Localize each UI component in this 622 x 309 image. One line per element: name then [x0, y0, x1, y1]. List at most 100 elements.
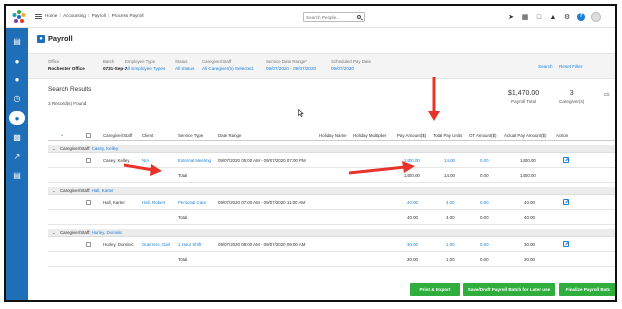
- group-chevron-icon[interactable]: ⌄: [52, 146, 56, 152]
- total-row: Total 30.00 1.00 0.00 30.00: [48, 253, 615, 267]
- col-pay-amount[interactable]: Pay Amount($): [397, 133, 426, 138]
- save-draft-button[interactable]: Save/Draft Payroll Batch for Later use: [463, 283, 555, 296]
- col-holiday-name[interactable]: Holiday Name: [319, 133, 347, 138]
- col-date-range[interactable]: Date Range: [218, 133, 241, 138]
- table-row[interactable]: Hall, Karter Hall, Robert Personal Care …: [48, 196, 615, 210]
- search-icon[interactable]: [357, 15, 361, 19]
- sidebar-chart-icon[interactable]: ↗: [6, 149, 28, 163]
- group-header[interactable]: ⌄ Caregiver/Staff: Hall, Karter: [48, 187, 615, 195]
- reset-filter-link[interactable]: Reset Filter: [559, 64, 583, 69]
- print-export-button[interactable]: Print & Export: [410, 283, 460, 296]
- app-logo-icon[interactable]: [11, 9, 27, 25]
- filter-status[interactable]: Status All Status: [175, 59, 194, 71]
- menu-icon[interactable]: [35, 14, 42, 19]
- sidebar: ▤ ● ● ◷ ● ▩ ↗ ▤: [6, 28, 28, 300]
- col-holiday-multiplier[interactable]: Holiday Multiplier: [353, 133, 386, 138]
- cell-client[interactable]: Hall, Robert: [142, 200, 165, 205]
- col-ot-amount[interactable]: OT Amount($): [469, 133, 497, 138]
- sidebar-billing-icon[interactable]: ▩: [6, 130, 28, 144]
- cell-units[interactable]: 1.00: [446, 242, 455, 247]
- table-row[interactable]: Hurley, Dominic Guerrero, Gail 1 Hour Sh…: [48, 238, 615, 252]
- select-all-checkbox[interactable]: [86, 133, 91, 138]
- group-chevron-icon[interactable]: ⌄: [52, 188, 56, 194]
- edit-icon[interactable]: [563, 157, 569, 163]
- filter-batch-label: Batch: [103, 59, 115, 64]
- calendar-icon[interactable]: ▦: [521, 13, 529, 21]
- col-total-pay-units[interactable]: Total Pay Units: [433, 133, 462, 138]
- search-link[interactable]: Search: [538, 64, 553, 69]
- total-pay: 40.00: [407, 215, 418, 220]
- filter-bar: Office Rochester Office Batch 0731-Sep-7…: [28, 53, 615, 79]
- cell-staff: Casey, Kelley: [103, 158, 130, 163]
- row-checkbox[interactable]: [86, 242, 91, 247]
- summary-clients: Cli: [604, 90, 609, 97]
- gear-icon[interactable]: ⚙: [563, 13, 571, 21]
- page-title-text: Payroll: [48, 34, 73, 43]
- cell-service[interactable]: External Meeting: [178, 158, 211, 163]
- total-actual: 40.00: [524, 215, 535, 220]
- breadcrumb-accounting[interactable]: Accounting: [63, 13, 86, 18]
- sidebar-client-icon[interactable]: ●: [6, 54, 28, 68]
- group-staff-link[interactable]: Hall, Karter: [92, 188, 114, 193]
- summary-payroll-total: $1,470.00 Payroll Total: [508, 90, 539, 104]
- edit-icon[interactable]: [563, 241, 569, 247]
- sidebar-clock-icon[interactable]: ◷: [6, 91, 28, 105]
- table-row[interactable]: Casey, Kelley N/A External Meeting 09/07…: [48, 154, 615, 168]
- group-header[interactable]: ⌄ Caregiver/Staff: Casey, Kelley: [48, 145, 615, 153]
- cell-client[interactable]: N/A: [142, 158, 149, 163]
- cell-ot[interactable]: 0.00: [480, 158, 489, 163]
- group-header[interactable]: ⌄ Caregiver/Staff: Hurley, Dominic: [48, 229, 615, 237]
- navigation-icon[interactable]: ➤: [507, 13, 515, 21]
- clipboard-icon[interactable]: □: [535, 13, 543, 21]
- avatar[interactable]: [591, 12, 601, 22]
- sidebar-payroll-icon[interactable]: ●: [6, 111, 28, 125]
- filter-office-value: Rochester Office: [48, 66, 85, 71]
- filter-employee-type-value: All Employee Types: [125, 66, 166, 71]
- bell-icon[interactable]: ▲: [549, 13, 557, 21]
- filter-status-label: Status: [175, 59, 188, 64]
- filter-employee-type[interactable]: Employee Type All Employee Types: [125, 59, 165, 71]
- breadcrumb-payroll[interactable]: Payroll: [92, 13, 106, 18]
- cell-ot[interactable]: 0.00: [480, 200, 489, 205]
- total-actual: 30.00: [524, 257, 535, 262]
- cell-pay[interactable]: 40.00: [407, 200, 418, 205]
- group-prefix: Caregiver/Staff:: [60, 146, 91, 151]
- group-chevron-icon[interactable]: ⌄: [52, 230, 56, 236]
- col-actual-pay-amount[interactable]: Actual Pay Amount($): [504, 133, 546, 138]
- results-count: 3 Record(s) Found: [48, 101, 87, 106]
- mouse-cursor-icon: [298, 109, 304, 117]
- cell-units[interactable]: 14.00: [444, 158, 455, 163]
- people-search-input[interactable]: [306, 13, 356, 21]
- total-row: Total 1400.00 14.00 0.00 1400.00: [48, 169, 615, 183]
- col-caregiver-staff[interactable]: Caregiver/Staff: [103, 133, 132, 138]
- summary-caregivers-label: Caregiver(s): [559, 99, 585, 104]
- group-staff-link[interactable]: Hurley, Dominic: [92, 230, 123, 235]
- col-service-type[interactable]: Service Type: [178, 133, 203, 138]
- cell-service[interactable]: Personal Care: [178, 200, 206, 205]
- sidebar-dashboard-icon[interactable]: ▤: [6, 34, 28, 48]
- group-staff-link[interactable]: Casey, Kelley: [92, 146, 119, 151]
- filter-service-date[interactable]: Service Date Range* 09/07/2020 - 09/07/2…: [266, 59, 316, 71]
- collapse-all-chevron-icon[interactable]: ⌄: [60, 132, 64, 138]
- cell-units[interactable]: 4.00: [446, 200, 455, 205]
- cell-ot[interactable]: 0.00: [480, 242, 489, 247]
- cell-service[interactable]: 1 Hour Shift: [178, 242, 201, 247]
- group-prefix: Caregiver/Staff:: [60, 188, 91, 193]
- col-client[interactable]: Client: [142, 133, 153, 138]
- cell-pay[interactable]: 30.00: [407, 242, 418, 247]
- help-icon[interactable]: ?: [577, 13, 585, 21]
- cell-pay[interactable]: 1400.00: [404, 158, 420, 163]
- row-checkbox[interactable]: [86, 200, 91, 205]
- filter-office[interactable]: Office Rochester Office: [48, 59, 85, 71]
- edit-icon[interactable]: [563, 199, 569, 205]
- filter-batch[interactable]: Batch 0731-Sep-7: [103, 59, 127, 71]
- summary-clients-label: Cli: [604, 92, 610, 97]
- row-checkbox[interactable]: [86, 158, 91, 163]
- cell-client[interactable]: Guerrero, Gail: [142, 242, 170, 247]
- sidebar-staff-icon[interactable]: ●: [6, 72, 28, 86]
- finalize-payroll-button[interactable]: Finalize Payroll Batc: [559, 283, 615, 296]
- filter-pay-date[interactable]: Scheduled Pay Date 09/07/2020: [331, 59, 371, 71]
- sidebar-messages-icon[interactable]: ▤: [6, 168, 28, 182]
- filter-caregiver[interactable]: Caregiver/Staff All Caregiver(s) Selecte…: [202, 59, 254, 71]
- breadcrumb-home[interactable]: Home: [45, 13, 57, 18]
